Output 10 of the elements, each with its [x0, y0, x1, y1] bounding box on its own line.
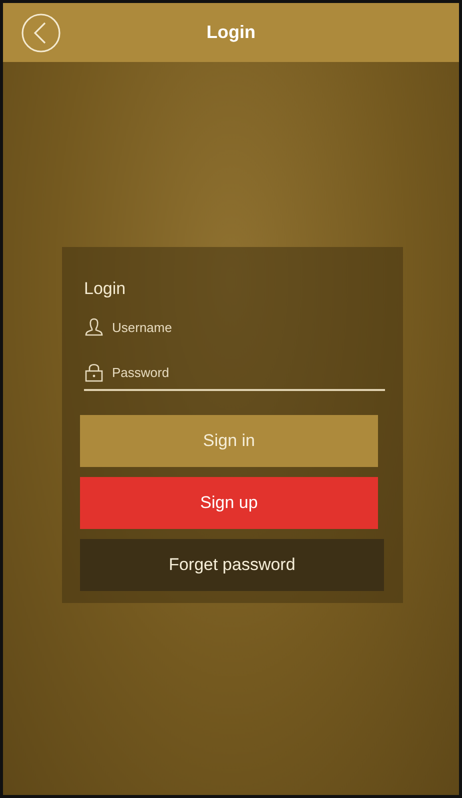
username-field[interactable]: Username: [110, 318, 354, 336]
user-icon: [84, 317, 104, 337]
sign-up-button[interactable]: Sign up: [80, 477, 378, 529]
page-title: Login: [206, 22, 256, 43]
form-title: Login: [84, 279, 127, 299]
password-field[interactable]: Password: [110, 364, 354, 380]
sign-in-button[interactable]: Sign in: [80, 415, 378, 467]
back-icon[interactable]: [21, 13, 61, 53]
lock-icon: [84, 362, 104, 382]
forget-password-button[interactable]: Forget password: [80, 539, 384, 591]
